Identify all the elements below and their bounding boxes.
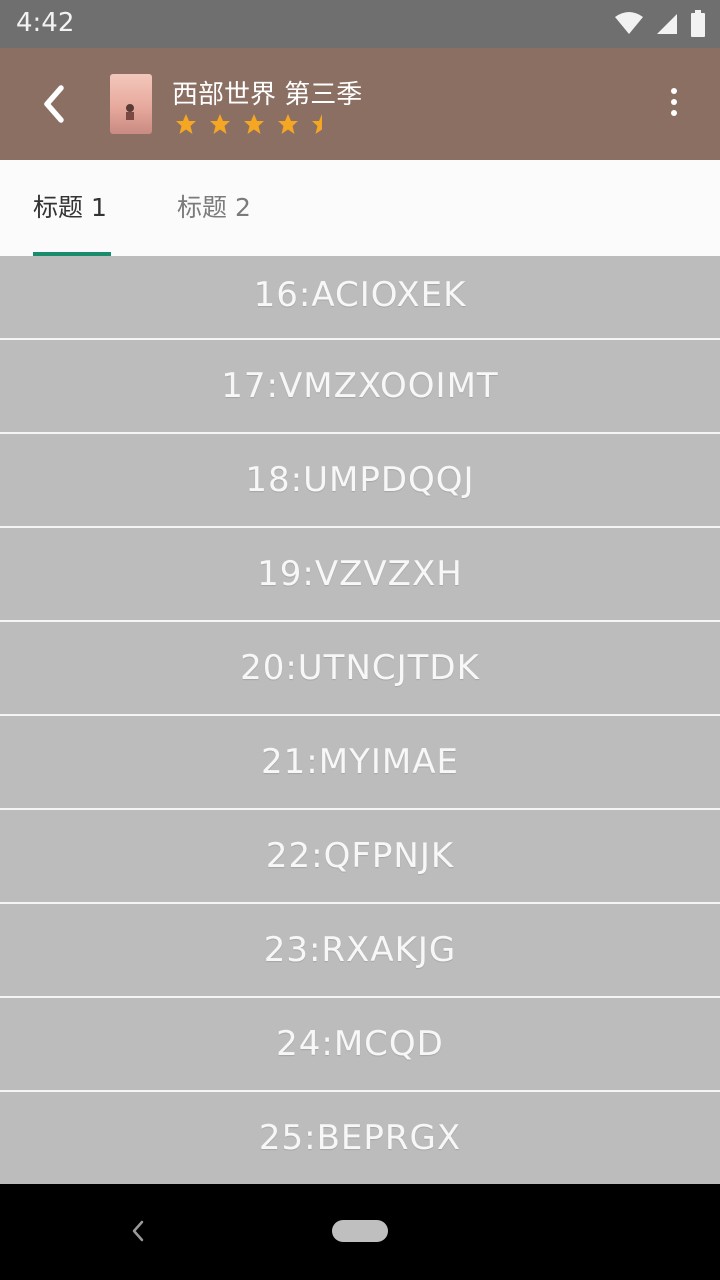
nav-home-pill[interactable] [332, 1220, 388, 1242]
more-options-button[interactable] [666, 84, 682, 124]
toolbar: 西部世界 第三季 [0, 48, 720, 160]
list-item[interactable]: 23:RXAKJG [0, 904, 720, 998]
navigation-bar [0, 1184, 720, 1280]
wifi-icon [614, 12, 643, 34]
cell-signal-icon [656, 14, 677, 34]
list-item[interactable]: 24:MCQD [0, 998, 720, 1092]
list-item[interactable]: 16:ACIOXEK [0, 256, 720, 340]
list-item[interactable]: 18:UMPDQQJ [0, 434, 720, 528]
nav-back-icon[interactable] [128, 1218, 148, 1244]
poster-thumbnail [110, 74, 152, 134]
rating-stars [174, 112, 344, 136]
list-item[interactable]: 21:MYIMAE [0, 716, 720, 810]
half-star-icon [312, 114, 322, 134]
back-button[interactable] [30, 78, 82, 130]
tab-title-2[interactable]: 标题 2 [177, 160, 251, 256]
star-icon [210, 114, 230, 134]
tab-title-1[interactable]: 标题 1 [33, 160, 107, 256]
list-item[interactable]: 22:QFPNJK [0, 810, 720, 904]
list-item[interactable]: 19:VZVZXH [0, 528, 720, 622]
list-item[interactable]: 17:VMZXOOIMT [0, 340, 720, 434]
battery-icon [691, 10, 705, 37]
page-title: 西部世界 第三季 [172, 80, 363, 110]
more-vertical-icon [671, 88, 677, 94]
star-icon [244, 114, 264, 134]
star-icon [176, 114, 196, 134]
item-list[interactable]: 16:ACIOXEK 17:VMZXOOIMT 18:UMPDQQJ 19:VZ… [0, 256, 720, 1184]
tab-bar: 标题 1 标题 2 [0, 160, 720, 256]
back-arrow-icon [44, 85, 64, 123]
star-icon [278, 114, 298, 134]
status-time: 4:42 [16, 8, 75, 38]
list-item[interactable]: 25:BEPRGX [0, 1092, 720, 1184]
status-icons [608, 10, 706, 38]
list-item[interactable]: 20:UTNCJTDK [0, 622, 720, 716]
status-bar: 4:42 [0, 0, 720, 48]
